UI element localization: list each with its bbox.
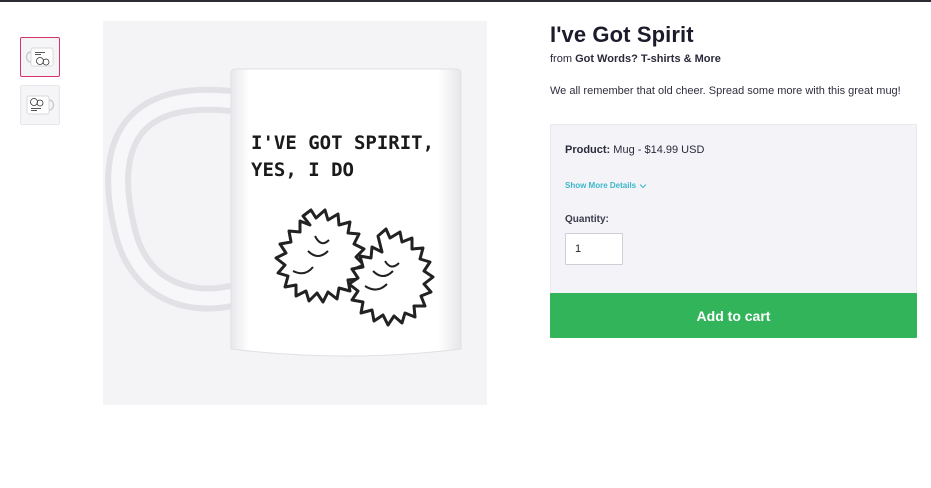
- product-info: I've Got Spirit from Got Words? T-shirts…: [550, 22, 920, 97]
- product-image: I'VE GOT SPIRIT, YES, I DO: [103, 21, 487, 405]
- show-more-details-link[interactable]: Show More Details: [565, 181, 647, 190]
- product-title: I've Got Spirit: [550, 22, 694, 47]
- show-more-label: Show More Details: [565, 181, 637, 190]
- store-link[interactable]: Got Words? T-shirts & More: [575, 53, 721, 65]
- thumbnail-list: [20, 37, 60, 133]
- thumbnail-back[interactable]: [20, 85, 60, 125]
- mug-thumbnail-icon: [26, 95, 55, 115]
- options-panel: Product: Mug - $14.99 USD Show More Deta…: [550, 124, 917, 294]
- product-label: Product:: [565, 144, 611, 156]
- mug-thumbnail-icon: [25, 47, 54, 67]
- top-border: [0, 0, 931, 2]
- mug-text-line1: I'VE GOT SPIRIT,: [251, 132, 434, 154]
- product-selection: Product: Mug - $14.99 USD: [565, 144, 704, 156]
- thumbnail-front[interactable]: [20, 37, 60, 77]
- mug-text-line2: YES, I DO: [251, 159, 354, 181]
- store-line: from Got Words? T-shirts & More: [550, 53, 920, 65]
- mug-illustration: I'VE GOT SPIRIT, YES, I DO: [105, 68, 462, 357]
- quantity-input[interactable]: [565, 233, 623, 265]
- chevron-down-icon: [639, 183, 647, 188]
- quantity-label: Quantity:: [565, 214, 609, 225]
- from-prefix: from: [550, 53, 576, 65]
- product-value: Mug - $14.99 USD: [610, 144, 705, 156]
- add-to-cart-button[interactable]: Add to cart: [550, 293, 917, 338]
- product-description: We all remember that old cheer. Spread s…: [550, 85, 901, 97]
